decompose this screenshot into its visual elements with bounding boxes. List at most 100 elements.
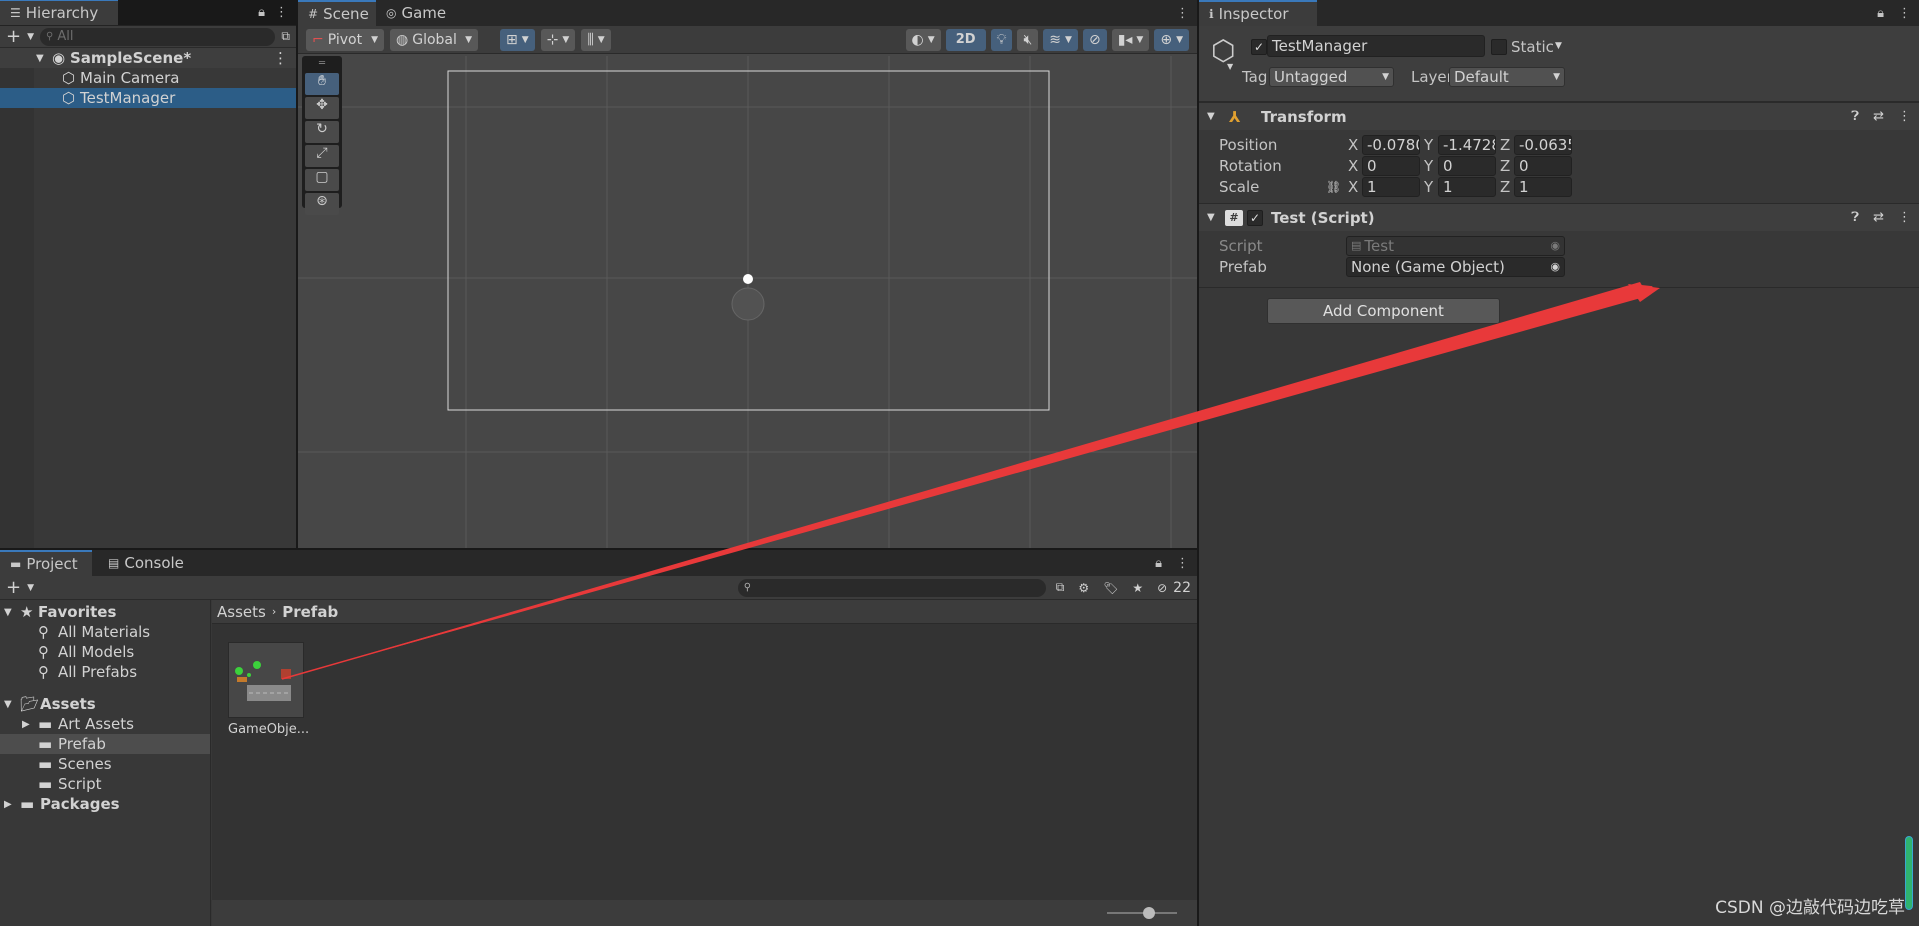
more-menu-icon[interactable]: ⋮ bbox=[1176, 6, 1189, 21]
tree-item-all-prefabs[interactable]: ⚲ All Prefabs bbox=[0, 662, 210, 682]
lock-icon[interactable]: 🔒︎ bbox=[1155, 556, 1162, 571]
favorite-star-icon[interactable]: ★ bbox=[1132, 581, 1143, 595]
search-options-icon[interactable]: ⧉ bbox=[281, 29, 290, 44]
pivot-dropdown[interactable]: ⌐ Pivot ▼ bbox=[306, 28, 384, 51]
audio-button[interactable]: 🔇︎ bbox=[1017, 28, 1039, 51]
shading-mode-button[interactable]: ◐ ▼ bbox=[905, 28, 941, 51]
scale-y-field[interactable]: 1 bbox=[1438, 176, 1496, 197]
tree-item-prefab[interactable]: ▬ Prefab bbox=[0, 734, 210, 754]
palette-drag-handle[interactable]: ═ bbox=[305, 59, 339, 71]
scene-canvas[interactable]: ═ ✋︎ ✥ ↻ ⤢ ▢ ⊛ bbox=[298, 56, 1197, 548]
lock-icon[interactable]: 🔒︎ bbox=[258, 5, 265, 20]
layer-dropdown[interactable]: Default ▼ bbox=[1449, 67, 1565, 87]
add-icon[interactable]: + bbox=[6, 26, 21, 47]
more-menu-icon[interactable]: ⋮ bbox=[1898, 6, 1911, 21]
expand-arrow-icon[interactable]: ▼ bbox=[36, 53, 52, 64]
script-component-header[interactable]: ▼ # ✓ Test (Script) ❓︎ ⇄ ⋮ bbox=[1199, 203, 1919, 231]
active-checkbox[interactable]: ✓ bbox=[1251, 39, 1267, 55]
tree-item-script[interactable]: ▬ Script bbox=[0, 774, 210, 794]
axis-x-label[interactable]: X bbox=[1348, 136, 1362, 154]
preset-icon[interactable]: ⇄ bbox=[1873, 109, 1884, 124]
chevron-down-icon[interactable]: ▼ bbox=[1227, 62, 1233, 71]
help-icon[interactable]: ❓︎ bbox=[1851, 109, 1859, 124]
tree-item-testmanager[interactable]: ⬡ TestManager bbox=[0, 88, 296, 108]
tree-item-all-materials[interactable]: ⚲ All Materials bbox=[0, 622, 210, 642]
tab-console[interactable]: ▤ Console bbox=[92, 550, 192, 576]
axis-x-label[interactable]: X bbox=[1348, 178, 1362, 196]
expand-arrow-icon[interactable]: ▼ bbox=[4, 699, 20, 710]
rotation-x-field[interactable]: 0 bbox=[1362, 155, 1420, 176]
help-icon[interactable]: ❓︎ bbox=[1851, 210, 1859, 225]
scale-z-field[interactable]: 1 bbox=[1514, 176, 1572, 197]
filter-by-label-icon[interactable]: 🏷︎ bbox=[1103, 581, 1118, 595]
toggle-2d-button[interactable]: 2D bbox=[945, 28, 986, 51]
global-dropdown[interactable]: ◍ Global ▼ bbox=[390, 28, 478, 51]
preset-icon[interactable]: ⇄ bbox=[1873, 210, 1884, 225]
more-menu-icon[interactable]: ⋮ bbox=[273, 49, 288, 67]
transform-tool-button[interactable]: ⊛ bbox=[305, 193, 339, 215]
tab-project[interactable]: ▬ Project bbox=[0, 550, 92, 576]
grid-snap-button[interactable]: ⊞ ▼ bbox=[500, 28, 535, 51]
position-z-field[interactable]: -0.0635 bbox=[1514, 134, 1572, 155]
axis-z-label[interactable]: Z bbox=[1500, 136, 1514, 154]
lighting-button[interactable]: 💡︎ bbox=[990, 28, 1013, 51]
more-menu-icon[interactable]: ⋮ bbox=[275, 5, 288, 20]
scene-visibility-button[interactable]: ⊘ bbox=[1082, 28, 1107, 51]
tab-hierarchy[interactable]: ☰ Hierarchy bbox=[0, 0, 118, 25]
position-y-field[interactable]: -1.4728 bbox=[1438, 134, 1496, 155]
rotation-z-field[interactable]: 0 bbox=[1514, 155, 1572, 176]
object-picker-icon[interactable]: ◉ bbox=[1550, 260, 1560, 273]
tree-item-all-models[interactable]: ⚲ All Models bbox=[0, 642, 210, 662]
tree-item-packages[interactable]: ▶ ▬ Packages bbox=[0, 794, 210, 814]
chevron-down-icon[interactable]: ▼ bbox=[27, 583, 34, 593]
tag-dropdown[interactable]: Untagged ▼ bbox=[1269, 67, 1394, 87]
rect-tool-button[interactable]: ▢ bbox=[305, 169, 339, 191]
component-enabled-checkbox[interactable]: ✓ bbox=[1247, 209, 1263, 226]
search-by-type-icon[interactable]: ⧉ bbox=[1056, 580, 1065, 595]
effects-button[interactable]: ≋ ▼ bbox=[1043, 28, 1078, 51]
axis-z-label[interactable]: Z bbox=[1500, 178, 1514, 196]
position-x-field[interactable]: -0.0780 bbox=[1362, 134, 1420, 155]
prefab-object-field[interactable]: None (Game Object) ◉ bbox=[1346, 256, 1565, 277]
rotate-tool-button[interactable]: ↻ bbox=[305, 121, 339, 143]
add-icon[interactable]: + bbox=[6, 577, 21, 598]
link-scale-icon[interactable]: ⛓︎ bbox=[1326, 180, 1348, 194]
add-component-button[interactable]: Add Component bbox=[1267, 298, 1500, 324]
rotation-y-field[interactable]: 0 bbox=[1438, 155, 1496, 176]
expand-arrow-icon[interactable]: ▶ bbox=[22, 719, 38, 730]
expand-arrow-icon[interactable]: ▼ bbox=[4, 607, 20, 618]
object-name-field[interactable]: TestManager bbox=[1267, 35, 1485, 57]
tree-item-samplescene[interactable]: ▼ ◉ SampleScene* ⋮ bbox=[0, 48, 296, 68]
grid-visibility-button[interactable]: ⫼ ▼ bbox=[581, 28, 611, 51]
chevron-down-icon[interactable]: ▼ bbox=[1555, 41, 1562, 51]
increment-snap-button[interactable]: ⊹ ▼ bbox=[540, 28, 576, 51]
tree-item-main-camera[interactable]: ⬡ Main Camera bbox=[34, 68, 296, 88]
hand-tool-button[interactable]: ✋︎ bbox=[305, 73, 339, 95]
axis-y-label[interactable]: Y bbox=[1424, 136, 1438, 154]
axis-y-label[interactable]: Y bbox=[1424, 178, 1438, 196]
axis-y-label[interactable]: Y bbox=[1424, 157, 1438, 175]
scrollbar-indicator[interactable] bbox=[1905, 836, 1913, 910]
expand-arrow-icon[interactable]: ▼ bbox=[1207, 212, 1225, 223]
transform-header[interactable]: ▼ ⅄ Transform ❓︎ ⇄ ⋮ bbox=[1199, 102, 1919, 130]
more-menu-icon[interactable]: ⋮ bbox=[1898, 109, 1911, 124]
camera-button[interactable]: ▮◂ ▼ bbox=[1111, 28, 1150, 51]
axis-x-label[interactable]: X bbox=[1348, 157, 1362, 175]
hidden-packages-icon[interactable]: ⊘ bbox=[1157, 581, 1167, 595]
gizmos-button[interactable]: ⊕ ▼ bbox=[1154, 28, 1189, 51]
tree-item-scenes[interactable]: ▬ Scenes bbox=[0, 754, 210, 774]
more-menu-icon[interactable]: ⋮ bbox=[1898, 210, 1911, 225]
tab-inspector[interactable]: ℹ Inspector bbox=[1199, 0, 1317, 26]
zoom-slider[interactable] bbox=[1107, 907, 1177, 919]
tab-scene[interactable]: # Scene bbox=[298, 0, 376, 26]
expand-arrow-icon[interactable]: ▶ bbox=[4, 799, 20, 810]
expand-arrow-icon[interactable]: ▼ bbox=[1207, 111, 1229, 122]
chevron-down-icon[interactable]: ▼ bbox=[27, 32, 34, 42]
tab-game[interactable]: ◎ Game bbox=[376, 0, 457, 26]
breadcrumb-prefab[interactable]: Prefab bbox=[282, 603, 338, 621]
asset-tile[interactable]: GameObje... bbox=[228, 642, 309, 737]
static-checkbox[interactable] bbox=[1491, 39, 1507, 55]
filter-by-type-icon[interactable]: ⚙ bbox=[1078, 581, 1089, 595]
more-menu-icon[interactable]: ⋮ bbox=[1176, 556, 1189, 571]
breadcrumb-assets[interactable]: Assets bbox=[217, 603, 266, 621]
